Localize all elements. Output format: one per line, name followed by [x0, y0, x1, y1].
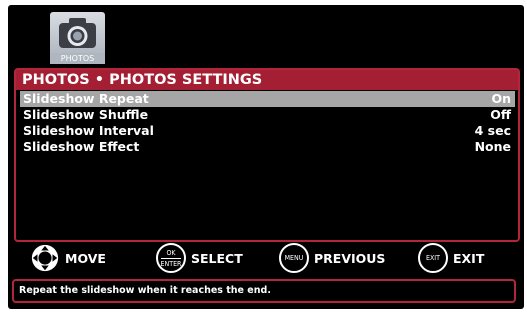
- setting-value: Off: [490, 107, 511, 122]
- exit-label: EXIT: [453, 250, 485, 266]
- panel-title: PHOTOS • PHOTOS SETTINGS: [16, 70, 518, 90]
- setting-value: 4 sec: [474, 123, 511, 138]
- ok-text: OK: [166, 248, 176, 257]
- setting-value: None: [474, 139, 511, 154]
- move-control[interactable]: MOVE: [30, 243, 106, 273]
- setting-row-slideshow-effect[interactable]: Slideshow Effect None: [20, 139, 515, 155]
- move-label: MOVE: [65, 250, 106, 266]
- exit-control[interactable]: EXIT EXIT: [418, 243, 484, 273]
- select-label: SELECT: [191, 250, 243, 266]
- ok-enter-button-icon: OK ENTER: [156, 243, 186, 273]
- setting-value: On: [491, 91, 511, 106]
- setting-row-slideshow-repeat[interactable]: Slideshow Repeat On: [20, 91, 515, 107]
- setting-label: Slideshow Effect: [23, 139, 140, 154]
- photos-source-tile[interactable]: PHOTOS: [50, 12, 105, 64]
- photos-tile-label: PHOTOS: [50, 53, 105, 64]
- menu-text: MENU: [284, 254, 304, 262]
- previous-control[interactable]: MENU PREVIOUS: [279, 243, 385, 273]
- settings-panel: PHOTOS • PHOTOS SETTINGS Slideshow Repea…: [14, 68, 520, 242]
- setting-label: Slideshow Shuffle: [23, 107, 149, 122]
- help-text-bar: Repeat the slideshow when it reaches the…: [12, 279, 516, 303]
- exit-button-icon: EXIT: [418, 243, 448, 273]
- tv-screen: PHOTOS PHOTOS • PHOTOS SETTINGS Slidesho…: [8, 5, 524, 309]
- exit-button-text: EXIT: [426, 254, 440, 262]
- select-control[interactable]: OK ENTER SELECT: [156, 243, 243, 273]
- setting-label: Slideshow Repeat: [23, 91, 149, 106]
- settings-list: Slideshow Repeat On Slideshow Shuffle Of…: [16, 90, 518, 155]
- setting-row-slideshow-shuffle[interactable]: Slideshow Shuffle Off: [20, 107, 515, 123]
- remote-control-legend: MOVE OK ENTER SELECT MENU PREVIOUS EXIT …: [8, 241, 524, 275]
- dpad-icon: [31, 244, 59, 272]
- enter-text: ENTER: [160, 257, 182, 268]
- previous-label: PREVIOUS: [314, 250, 386, 266]
- camera-icon: [59, 18, 96, 48]
- setting-label: Slideshow Interval: [23, 123, 154, 138]
- menu-button-icon: MENU: [279, 243, 309, 273]
- setting-row-slideshow-interval[interactable]: Slideshow Interval 4 sec: [20, 123, 515, 139]
